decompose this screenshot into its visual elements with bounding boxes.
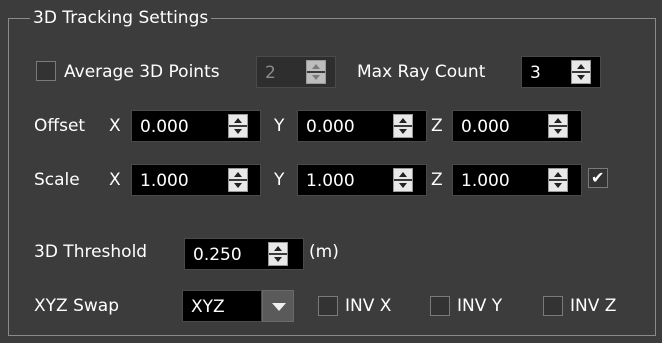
- scale-y-spinner[interactable]: [393, 168, 413, 192]
- group-title: 3D Tracking Settings: [30, 7, 212, 29]
- offset-z-label: Z: [431, 116, 443, 136]
- offset-x-spinner[interactable]: [228, 114, 248, 138]
- scale-z-spinner[interactable]: [548, 168, 568, 192]
- scale-z-label: Z: [431, 170, 443, 190]
- scale-uniform-checkbox[interactable]: [588, 168, 608, 188]
- offset-z-spinner[interactable]: [548, 114, 568, 138]
- offset-y-spinner[interactable]: [393, 114, 413, 138]
- xyz-swap-label: XYZ Swap: [34, 296, 119, 316]
- average-3d-points-spinner[interactable]: [306, 60, 326, 84]
- inv-z-label: INV Z: [570, 296, 617, 316]
- threshold-unit-label: (m): [309, 242, 339, 262]
- scale-label: Scale: [34, 170, 80, 190]
- inv-z-checkbox[interactable]: [543, 296, 563, 316]
- inv-y-checkbox[interactable]: [430, 296, 450, 316]
- offset-label: Offset: [34, 116, 86, 136]
- xyz-swap-select[interactable]: XYZ: [182, 290, 262, 322]
- threshold-label: 3D Threshold: [34, 242, 148, 262]
- max-ray-count-label: Max Ray Count: [357, 62, 486, 82]
- inv-x-checkbox[interactable]: [318, 296, 338, 316]
- inv-y-label: INV Y: [457, 296, 503, 316]
- inv-x-label: INV X: [345, 296, 392, 316]
- scale-x-label: X: [109, 170, 121, 190]
- scale-y-label: Y: [274, 170, 285, 190]
- offset-x-label: X: [109, 116, 121, 136]
- average-3d-points-label: Average 3D Points: [64, 62, 220, 82]
- scale-x-spinner[interactable]: [228, 168, 248, 192]
- max-ray-count-spinner[interactable]: [571, 60, 591, 84]
- threshold-spinner[interactable]: [268, 242, 288, 266]
- xyz-swap-dropdown-button[interactable]: [262, 290, 294, 322]
- offset-y-label: Y: [274, 116, 285, 136]
- average-3d-points-checkbox[interactable]: [36, 61, 56, 81]
